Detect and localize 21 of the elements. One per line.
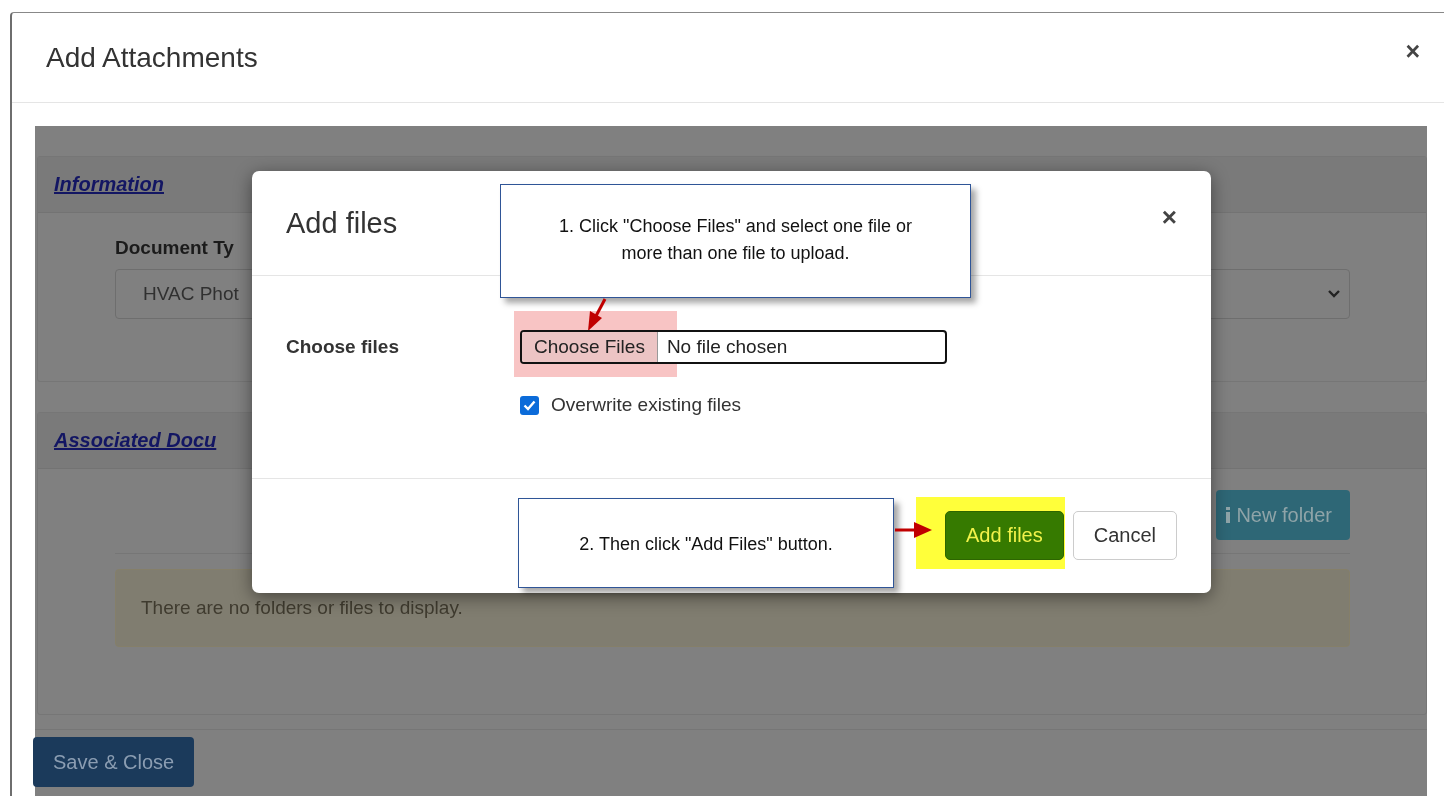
checkbox-label: Overwrite existing files [551,394,742,416]
callout-box: 2. Then click "Add Files" button. [518,498,894,588]
field-label: Choose files [286,336,400,358]
dialog-title: Add files [286,206,398,240]
callout-box: 1. Click "Choose Files" and select one file or more than one file to upload. [500,184,971,298]
chevron-down-icon [1327,289,1341,299]
window-title: Add Attachments [46,41,258,74]
pointer-arrow [588,298,607,331]
cancel-button[interactable]: Cancel [1072,511,1177,560]
section-title[interactable]: Associated Docu [54,429,217,452]
add-files-button[interactable]: Add files [945,511,1064,560]
file-status: No file chosen [665,335,789,359]
close-button[interactable]: × [1161,204,1177,230]
section-title[interactable]: Information [54,173,164,196]
choose-files-button[interactable]: Choose Files [522,332,658,362]
save-close-button[interactable]: Save & Close [33,737,195,787]
close-button[interactable]: × [1405,37,1420,66]
file-input[interactable]: Choose Files No file chosen [520,330,947,364]
field-label: Document Ty [115,237,234,259]
pointer-arrow [895,522,932,538]
checkbox[interactable] [520,395,539,415]
